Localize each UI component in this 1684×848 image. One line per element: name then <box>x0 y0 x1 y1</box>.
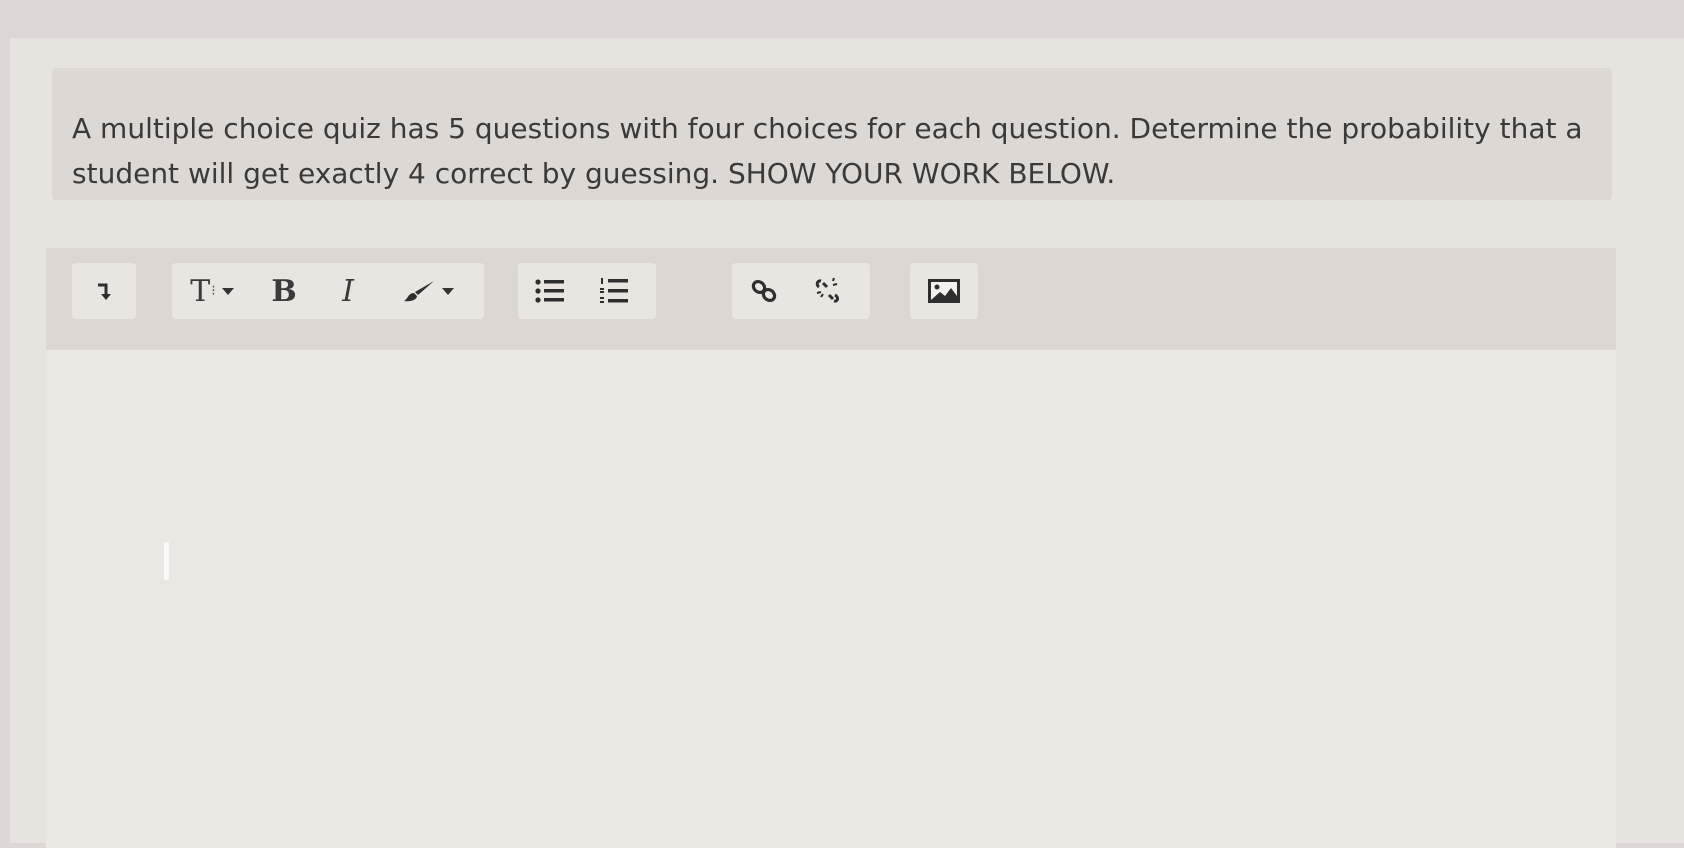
link-icon <box>750 278 778 304</box>
question-box: A multiple choice quiz has 5 questions w… <box>52 68 1612 200</box>
text-size-dots: ⁝ <box>211 283 216 299</box>
toolbar-group-insert <box>72 263 136 319</box>
chevron-down-icon <box>442 287 454 295</box>
editor-content-area[interactable] <box>46 350 1616 848</box>
insert-image-button[interactable] <box>910 263 978 319</box>
arrow-return-icon <box>96 281 112 301</box>
toolbar-group-format: T ⁝ B I <box>172 263 484 319</box>
numbered-list-icon <box>599 277 629 305</box>
text-cursor <box>164 542 169 580</box>
text-size-icon: T <box>190 273 211 309</box>
toolbar-group-lists <box>518 263 656 319</box>
bold-icon: B <box>271 273 297 309</box>
link-button[interactable] <box>732 263 796 319</box>
unlink-button[interactable] <box>796 263 860 319</box>
image-icon <box>928 279 960 303</box>
paintbrush-icon <box>402 279 436 303</box>
italic-button[interactable]: I <box>316 263 380 319</box>
question-text: A multiple choice quiz has 5 questions w… <box>72 112 1583 190</box>
chevron-down-icon <box>221 287 234 295</box>
toolbar-group-links <box>732 263 870 319</box>
bold-button[interactable]: B <box>252 263 316 319</box>
unlink-icon <box>813 277 843 305</box>
text-size-button[interactable]: T ⁝ <box>172 263 252 319</box>
rich-text-editor: T ⁝ B I <box>46 248 1616 848</box>
italic-icon: I <box>342 273 354 309</box>
numbered-list-button[interactable] <box>582 263 646 319</box>
editor-toolbar: T ⁝ B I <box>46 248 1616 350</box>
page: A multiple choice quiz has 5 questions w… <box>10 38 1684 848</box>
arrow-return-button[interactable] <box>72 263 136 319</box>
text-color-button[interactable] <box>380 263 476 319</box>
toolbar-group-media <box>910 263 978 319</box>
bulleted-list-icon <box>535 278 565 304</box>
bulleted-list-button[interactable] <box>518 263 582 319</box>
